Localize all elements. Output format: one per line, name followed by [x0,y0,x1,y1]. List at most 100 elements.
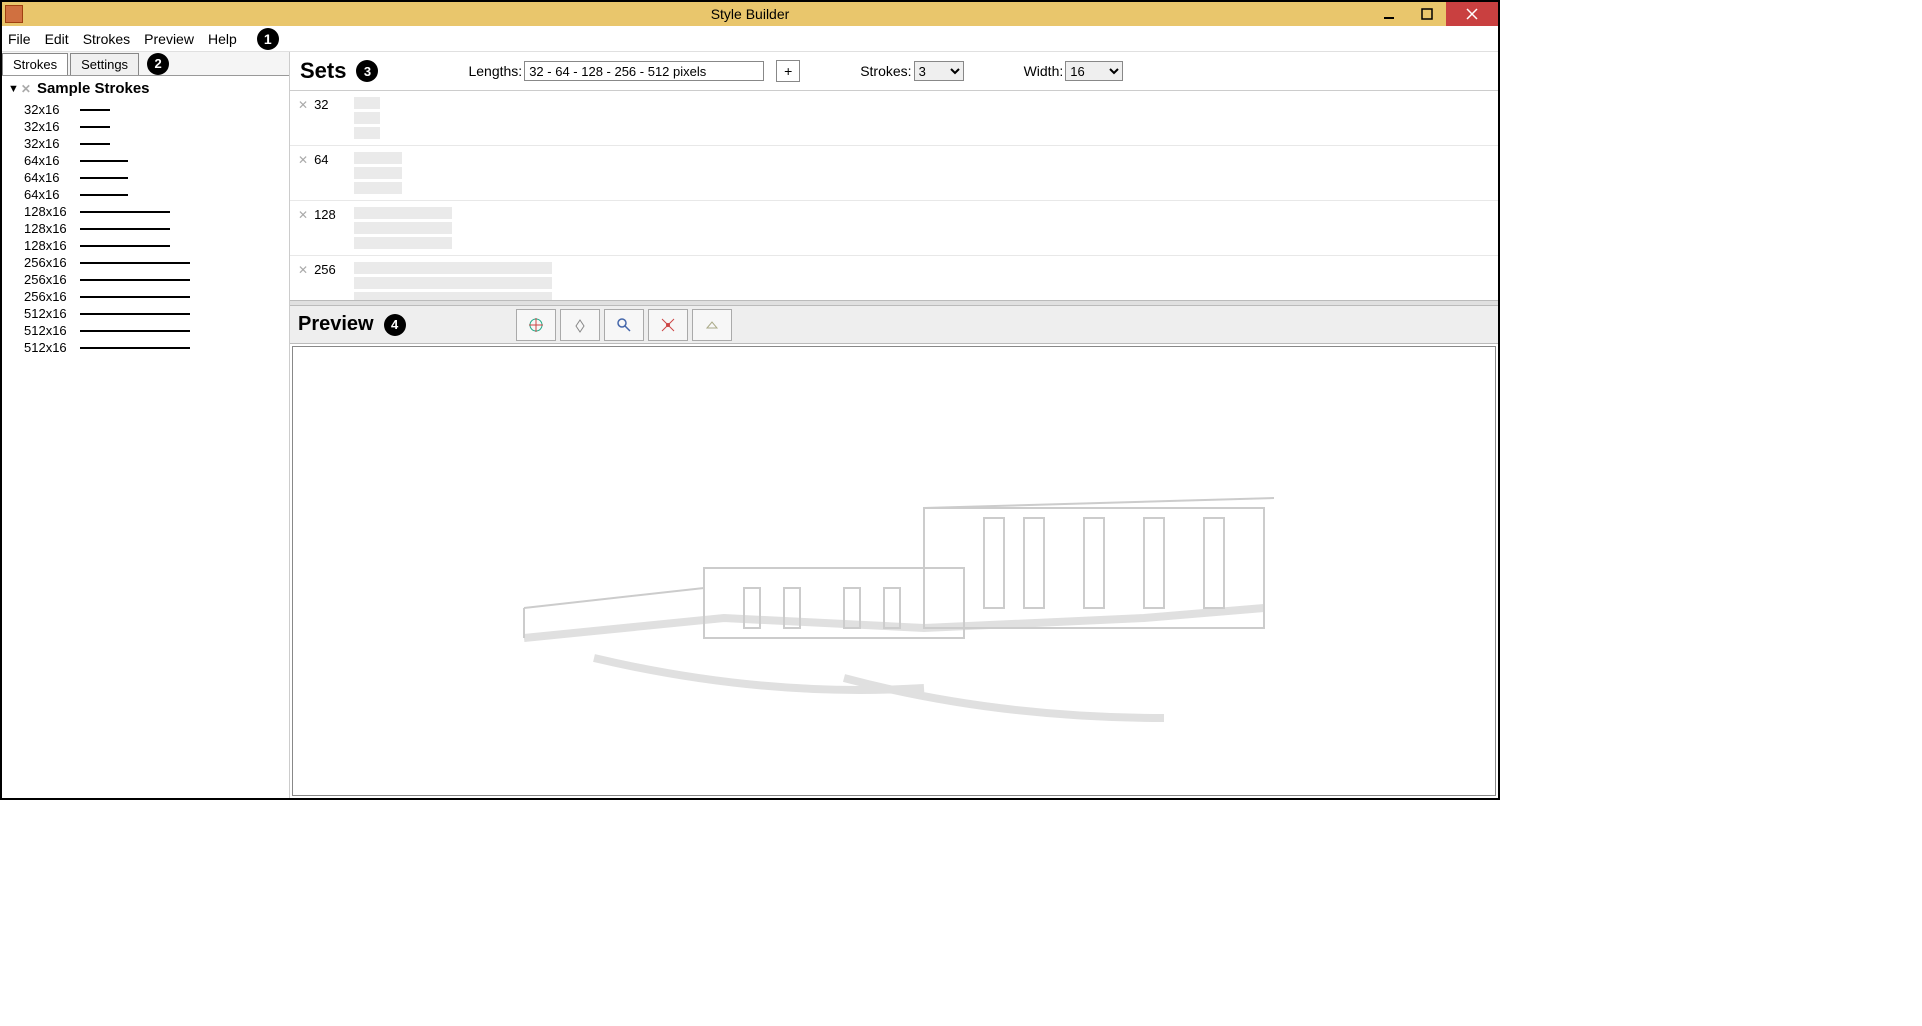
width-field: Width: 16 [1024,61,1124,81]
tree-item[interactable]: 128x16 [2,203,289,220]
close-button[interactable] [1446,2,1498,26]
menubar: File Edit Strokes Preview Help 1 [2,26,1498,52]
stroke-size-label: 512x16 [24,340,80,355]
stroke-preview-line [80,211,170,213]
set-size-label: 256 [314,262,354,277]
stroke-size-label: 32x16 [24,136,80,151]
sidebar-tabs: Strokes Settings 2 [2,52,289,76]
tree-item[interactable]: 128x16 [2,220,289,237]
set-row[interactable]: ✕ 256 [290,256,1498,300]
tab-strokes[interactable]: Strokes [2,53,68,75]
orbit-tool-button[interactable] [516,309,556,341]
strokes-label: Strokes: [860,63,911,79]
window-controls [1370,2,1498,26]
titlebar: Style Builder [2,2,1498,26]
stroke-swatch [354,152,402,164]
tree-item[interactable]: 256x16 [2,254,289,271]
sets-list[interactable]: ✕32✕64✕128✕256 [290,90,1498,300]
main-body: Strokes Settings 2 ▼ ✕ Sample Strokes 32… [2,52,1498,798]
zoom-extents-button[interactable] [648,309,688,341]
set-row[interactable]: ✕ 128 [290,201,1498,256]
tree-item[interactable]: 512x16 [2,339,289,356]
app-window: Style Builder File Edit Strokes Preview … [0,0,1500,800]
stroke-preview-line [80,160,128,162]
menu-file[interactable]: File [8,31,31,47]
main-panel: Sets 3 Lengths: + Strokes: 3 Width: 16 [290,52,1498,798]
swatch-stack [354,207,452,249]
set-row[interactable]: ✕ 64 [290,146,1498,201]
menu-edit[interactable]: Edit [45,31,69,47]
remove-set-icon[interactable]: ✕ [298,98,308,112]
preview-canvas[interactable] [292,346,1496,796]
tree-group-label: Sample Strokes [37,80,150,97]
stroke-preview-line [80,313,190,315]
stroke-preview-line [80,347,190,349]
stroke-preview-line [80,279,190,281]
pan-tool-button[interactable] [560,309,600,341]
tree-group-header[interactable]: ▼ ✕ Sample Strokes [2,76,289,101]
tree-item[interactable]: 32x16 [2,101,289,118]
stroke-swatch [354,97,380,109]
lengths-label: Lengths: [468,63,522,79]
remove-set-icon[interactable]: ✕ [298,208,308,222]
preview-sketch [444,418,1344,758]
stroke-preview-line [80,262,190,264]
stroke-preview-line [80,177,128,179]
tree-item[interactable]: 64x16 [2,152,289,169]
tree-item[interactable]: 32x16 [2,135,289,152]
stroke-size-label: 128x16 [24,221,80,236]
tree-item[interactable]: 256x16 [2,288,289,305]
stroke-swatch [354,292,552,300]
tree-item[interactable]: 512x16 [2,305,289,322]
tree-item[interactable]: 64x16 [2,169,289,186]
lengths-field: Lengths: + [468,60,800,82]
callout-1: 1 [257,28,279,50]
tree-item[interactable]: 512x16 [2,322,289,339]
menu-preview[interactable]: Preview [144,31,194,47]
tree-items: 32x1632x1632x1664x1664x1664x16128x16128x… [2,101,289,356]
zoom-tool-button[interactable] [604,309,644,341]
stroke-size-label: 64x16 [24,170,80,185]
minimize-button[interactable] [1370,2,1408,26]
tab-settings[interactable]: Settings [70,53,139,75]
stroke-preview-line [80,109,110,111]
remove-set-icon[interactable]: ✕ [298,263,308,277]
sidebar: Strokes Settings 2 ▼ ✕ Sample Strokes 32… [2,52,290,798]
stroke-size-label: 32x16 [24,102,80,117]
tree-item[interactable]: 64x16 [2,186,289,203]
menu-strokes[interactable]: Strokes [83,31,130,47]
remove-set-icon[interactable]: ✕ [298,153,308,167]
stroke-swatch [354,112,380,124]
stroke-preview-line [80,330,190,332]
stroke-preview-line [80,194,128,196]
stroke-preview-line [80,126,110,128]
stroke-preview-line [80,245,170,247]
set-row[interactable]: ✕32 [290,91,1498,146]
lengths-input[interactable] [524,61,764,81]
swatch-stack [354,97,380,139]
tree-item[interactable]: 256x16 [2,271,289,288]
callout-3: 3 [356,60,378,82]
remove-group-icon[interactable]: ✕ [21,82,31,96]
stroke-swatch [354,262,552,274]
stroke-size-label: 256x16 [24,289,80,304]
tree-item[interactable]: 128x16 [2,237,289,254]
strokes-select[interactable]: 3 [914,61,964,81]
stroke-preview-line [80,296,190,298]
width-select[interactable]: 16 [1065,61,1123,81]
sets-title: Sets 3 [300,58,378,84]
callout-4: 4 [384,314,406,336]
stroke-size-label: 64x16 [24,153,80,168]
set-size-label: 64 [314,152,354,167]
set-size-label: 128 [314,207,354,222]
menu-help[interactable]: Help [208,31,237,47]
tree-item[interactable]: 32x16 [2,118,289,135]
model-button[interactable] [692,309,732,341]
stroke-size-label: 128x16 [24,204,80,219]
preview-title: Preview 4 [298,313,406,336]
sets-title-text: Sets [300,58,346,84]
swatch-stack [354,152,402,194]
add-length-button[interactable]: + [776,60,800,82]
stroke-swatch [354,182,402,194]
maximize-button[interactable] [1408,2,1446,26]
